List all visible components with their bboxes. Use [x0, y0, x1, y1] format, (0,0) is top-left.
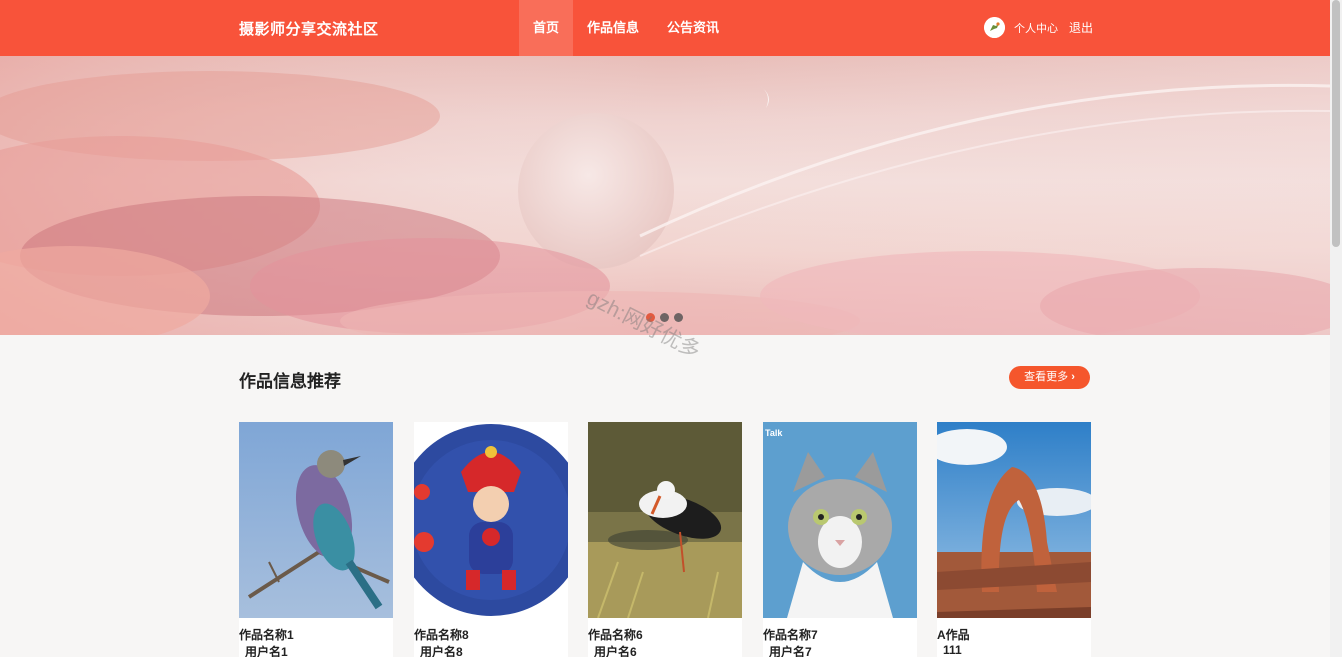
view-more-label: 查看更多: [1024, 371, 1069, 383]
work-user: 用户名8: [420, 645, 463, 657]
carousel-dot-3[interactable]: [674, 313, 683, 322]
work-image-cat: Talk: [763, 422, 917, 618]
user-area: 个人中心 退出: [984, 17, 1093, 38]
view-more-button[interactable]: 查看更多 ›: [1009, 366, 1090, 389]
user-center-link[interactable]: 个人中心: [1014, 20, 1058, 36]
work-user: 111: [943, 643, 962, 657]
work-user: 用户名6: [594, 645, 637, 657]
work-card[interactable]: A作品 111: [937, 422, 1091, 657]
work-name: 作品名称8: [414, 628, 469, 642]
site-title[interactable]: 摄影师分享交流社区: [239, 18, 379, 39]
work-image-baby: [414, 422, 568, 618]
work-card[interactable]: 作品名称1 用户名1: [239, 422, 393, 657]
work-image-bird: [239, 422, 393, 618]
photo-badge: Talk: [765, 428, 783, 438]
work-card[interactable]: 作品名称6 用户名6: [588, 422, 742, 657]
work-name: 作品名称6: [588, 628, 643, 642]
work-name: 作品名称7: [763, 628, 818, 642]
banner-image: [0, 56, 1330, 335]
scrollbar-thumb[interactable]: [1332, 0, 1340, 247]
section-title: 作品信息推荐: [239, 372, 341, 391]
logout-link[interactable]: 退出: [1069, 19, 1093, 36]
work-image-stork: [588, 422, 742, 618]
hero-banner: [0, 56, 1330, 335]
main-nav: 首页 作品信息 公告资讯: [519, 0, 733, 56]
work-name: A作品: [937, 628, 970, 642]
nav-works[interactable]: 作品信息: [573, 0, 653, 56]
chevron-right-icon: ›: [1071, 371, 1075, 383]
work-card[interactable]: Talk 作品名称7 用户名7: [763, 422, 917, 657]
avatar[interactable]: [984, 17, 1005, 38]
nav-home[interactable]: 首页: [519, 0, 574, 56]
work-user: 用户名1: [245, 645, 288, 657]
work-image-arch: [937, 422, 1091, 618]
top-header: 摄影师分享交流社区 首页 作品信息 公告资讯 个人中心 退出: [0, 0, 1330, 56]
work-card[interactable]: 作品名称8 用户名8: [414, 422, 568, 657]
work-user: 用户名7: [769, 645, 812, 657]
work-name: 作品名称1: [239, 628, 294, 642]
nav-news[interactable]: 公告资讯: [653, 0, 733, 56]
